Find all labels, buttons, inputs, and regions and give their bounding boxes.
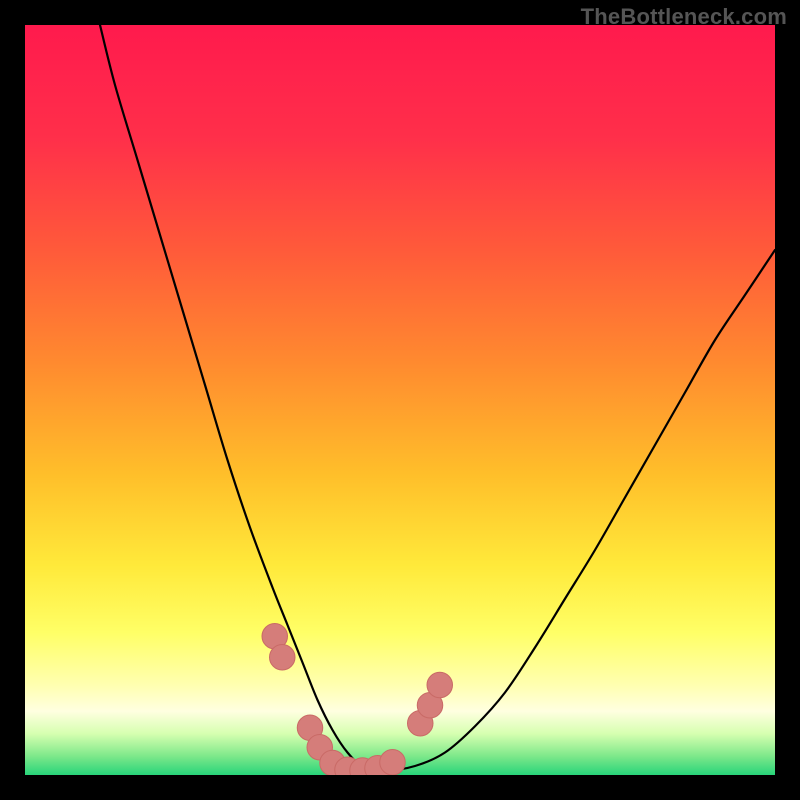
watermark-text: TheBottleneck.com: [581, 4, 787, 30]
plot-area: [25, 25, 775, 775]
bottleneck-curve: [25, 25, 775, 775]
chart-frame: TheBottleneck.com: [0, 0, 800, 800]
curve-marker: [270, 645, 296, 671]
curve-marker: [427, 672, 453, 698]
curve-marker: [380, 750, 406, 776]
